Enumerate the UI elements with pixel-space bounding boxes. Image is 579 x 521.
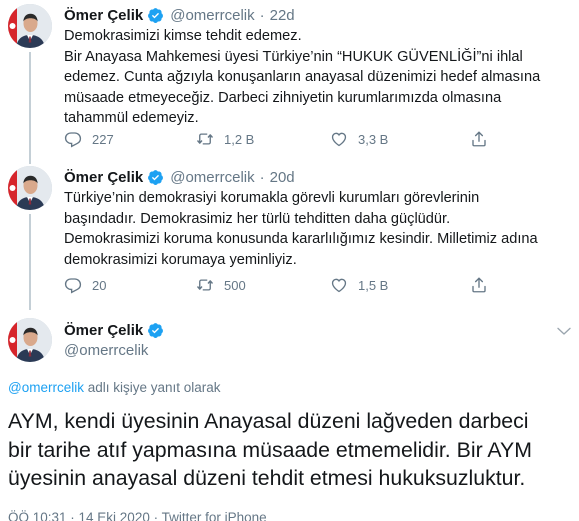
tweet-text-line: müsaade etmeyeceğiz. Darbeci zihniyetin …	[64, 89, 502, 106]
separator-dot: ·	[259, 168, 265, 186]
verified-badge-icon	[147, 169, 164, 186]
like-button[interactable]: 3,3 B	[330, 130, 388, 148]
retweet-count: 1,2 B	[224, 131, 255, 147]
reply-icon	[64, 130, 82, 148]
tweet-text-line: Bir Anayasa Mahkemesi üyesi Türkiye’nin …	[64, 48, 523, 65]
tweet-2[interactable]: Ömer Çelik @omerrcelik · 20d Türkiye’nin…	[0, 166, 579, 310]
like-count: 1,5 B	[358, 277, 389, 293]
retweet-count: 500	[224, 277, 246, 293]
main-tweet-text: AYM, kendi üyesinin Anayasal düzeni lağv…	[8, 407, 578, 493]
main-text-line: bir tarihe atıf yapmasına müsaade etmeme…	[8, 437, 532, 462]
tweet-text: Demokrasimizi kimse tehdit edemez. Bir A…	[64, 26, 564, 129]
handle[interactable]: @omerrcelik	[170, 7, 254, 24]
retweet-button[interactable]: 500	[196, 276, 246, 294]
main-text-line: üyesinin anayasal düzeni tehdit etmesi h…	[8, 466, 526, 490]
reply-icon	[64, 276, 82, 294]
main-tweet-header: Ömer Çelik @omerrcelik	[64, 320, 170, 359]
tweet-text-line: Demokrasimizi koruma konusunda kararlılı…	[64, 231, 538, 247]
separator-dot: ·	[259, 6, 265, 24]
thread-line	[29, 214, 31, 310]
tweet-header: Ömer Çelik @omerrcelik · 22d	[64, 4, 295, 26]
tweet-text-line: edemez. Cunta ağzıyla konuşanların anaya…	[64, 69, 541, 85]
tweet-text: Türkiye’nin demokrasiyi korumakla görevl…	[64, 188, 564, 270]
handle[interactable]: @omerrcelik	[170, 169, 254, 186]
verified-badge-icon	[147, 322, 164, 339]
tweet-text-line: demokrasimizi korumaya yeminliyiz.	[64, 251, 297, 268]
reply-button[interactable]: 227	[64, 130, 114, 148]
share-icon	[470, 276, 488, 294]
tweet-actions: 20 500 1,5 B	[64, 276, 524, 296]
handle[interactable]: @omerrcelik	[64, 342, 170, 359]
display-name[interactable]: Ömer Çelik	[64, 169, 143, 186]
heart-icon	[330, 130, 348, 148]
retweet-icon	[196, 276, 214, 294]
tweet-text-line: Demokrasimizi kimse tehdit edemez.	[64, 28, 302, 44]
like-button[interactable]: 1,5 B	[330, 276, 388, 294]
chevron-down-icon[interactable]	[555, 322, 573, 340]
retweet-button[interactable]: 1,2 B	[196, 130, 254, 148]
profile-photo-icon	[8, 318, 52, 362]
reply-to-suffix: adlı kişiye yanıt olarak	[83, 380, 221, 395]
timestamp[interactable]: 22d	[270, 7, 295, 24]
tweet-text-line: başındadır. Demokrasimiz her türlü tehdi…	[64, 210, 451, 227]
display-name[interactable]: Ömer Çelik	[64, 7, 143, 24]
tweet-text-line: Türkiye’nin demokrasiyi korumakla görevl…	[64, 190, 480, 206]
tweet-header: Ömer Çelik @omerrcelik · 20d	[64, 166, 295, 188]
reply-count: 20	[92, 277, 107, 293]
display-name[interactable]: Ömer Çelik	[64, 322, 143, 339]
share-icon	[470, 130, 488, 148]
tweet-metadata[interactable]: ÖÖ 10:31 · 14 Eki 2020 · Twitter for iPh…	[8, 510, 267, 521]
reply-button[interactable]: 20	[64, 276, 106, 294]
profile-photo-icon	[8, 166, 52, 210]
tweet-actions: 227 1,2 B 3,3 B	[64, 130, 524, 150]
share-button[interactable]	[470, 276, 488, 294]
reply-to-link[interactable]: @omerrcelik	[8, 380, 84, 395]
avatar[interactable]	[8, 4, 52, 48]
tweet-text-line: tahammül edemeyiz.	[64, 110, 199, 126]
share-button[interactable]	[470, 130, 488, 148]
avatar[interactable]	[8, 166, 52, 210]
verified-badge-icon	[147, 7, 164, 24]
main-avatar[interactable]	[8, 318, 52, 362]
tweet-1[interactable]: Ömer Çelik @omerrcelik · 22d Demokrasimi…	[0, 4, 579, 164]
timestamp[interactable]: 20d	[270, 169, 295, 186]
retweet-icon	[196, 130, 214, 148]
main-text-line: AYM, kendi üyesinin Anayasal düzeni lağv…	[8, 409, 529, 433]
reply-count: 227	[92, 131, 114, 147]
heart-icon	[330, 276, 348, 294]
replying-to: @omerrcelik adlı kişiye yanıt olarak	[8, 380, 221, 395]
profile-photo-icon	[8, 4, 52, 48]
thread-line	[29, 52, 31, 164]
like-count: 3,3 B	[358, 131, 389, 147]
